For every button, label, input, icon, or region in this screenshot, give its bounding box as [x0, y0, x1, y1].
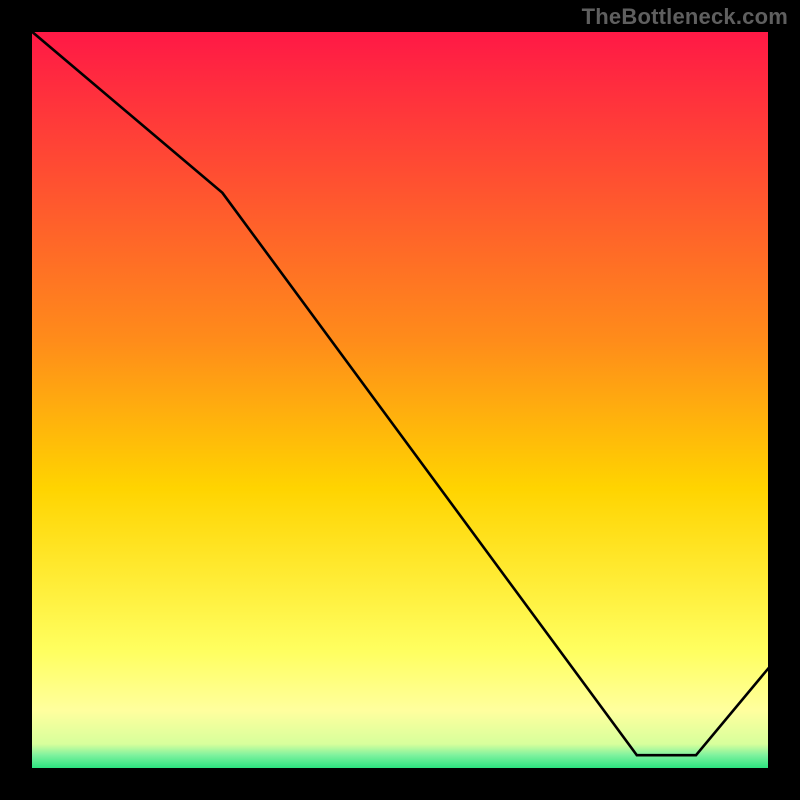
gradient-background	[30, 30, 770, 770]
chart-stage: TheBottleneck.com	[0, 0, 800, 800]
plot-area	[30, 30, 770, 770]
watermark-text: TheBottleneck.com	[582, 4, 788, 30]
chart-svg	[30, 30, 770, 770]
